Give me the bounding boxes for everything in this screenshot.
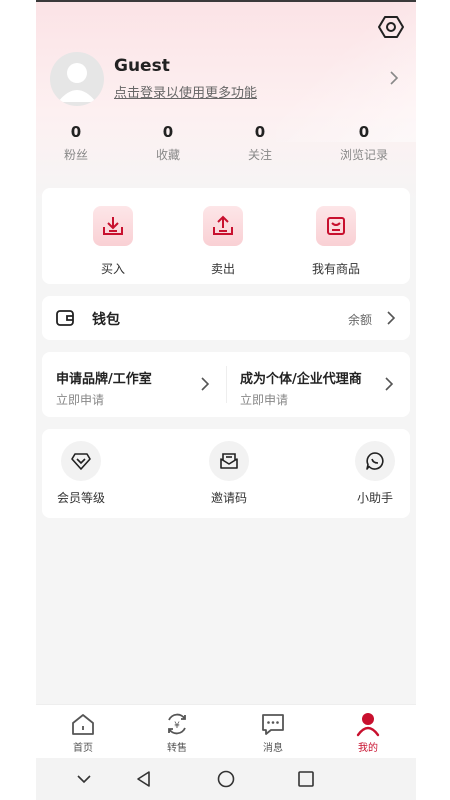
avatar[interactable] <box>50 52 104 106</box>
stat-following[interactable]: 0 关注 <box>220 122 300 163</box>
member-level-button[interactable]: 会员等级 <box>36 441 126 506</box>
invite-code-button[interactable]: 邀请码 <box>184 441 274 506</box>
wallet-icon <box>56 310 74 326</box>
diamond-icon <box>61 441 101 481</box>
trade-label: 我有商品 <box>311 262 360 276</box>
header-background <box>36 2 416 202</box>
stat-value: 0 <box>70 123 82 141</box>
stat-value: 0 <box>254 123 266 141</box>
apply-agent[interactable]: 成为个体/企业代理商 立即申请 <box>226 352 410 417</box>
chat-bubble-icon <box>355 441 395 481</box>
stat-label: 收藏 <box>155 148 180 162</box>
trade-label: 买入 <box>100 262 125 276</box>
tab-label: 转售 <box>167 743 187 754</box>
stat-label: 粉丝 <box>63 148 88 162</box>
chevron-down-icon[interactable] <box>74 769 94 789</box>
stat-history[interactable]: 0 浏览记录 <box>324 122 404 163</box>
apply-subtitle: 立即申请 <box>240 393 289 407</box>
tab-label: 消息 <box>263 743 283 754</box>
right-margin <box>416 0 450 800</box>
product-box-icon <box>316 206 356 246</box>
my-products-button[interactable]: 我有商品 <box>286 206 386 277</box>
chevron-right-icon <box>201 377 210 391</box>
stat-favorites[interactable]: 0 收藏 <box>128 122 208 163</box>
system-nav-bar <box>36 758 416 800</box>
stat-label: 浏览记录 <box>339 148 388 162</box>
username: Guest <box>114 56 170 76</box>
wallet-row[interactable]: 钱包 余额 <box>42 296 410 340</box>
bottom-tab-bar: 首页 ¥ 转售 消息 我的 <box>36 704 416 759</box>
apply-title: 申请品牌/工作室 <box>56 372 152 387</box>
tab-resale[interactable]: ¥ 转售 <box>147 711 207 754</box>
stat-value: 0 <box>358 123 370 141</box>
home-circle-icon[interactable] <box>216 769 236 789</box>
envelope-icon <box>209 441 249 481</box>
buy-button[interactable]: 买入 <box>63 206 163 277</box>
apply-brand-studio[interactable]: 申请品牌/工作室 立即申请 <box>42 352 226 417</box>
apply-card: 申请品牌/工作室 立即申请 成为个体/企业代理商 立即申请 <box>42 352 410 417</box>
tab-label: 首页 <box>73 743 93 754</box>
chevron-right-icon[interactable] <box>388 70 400 86</box>
chevron-right-icon <box>387 311 396 325</box>
tool-label: 会员等级 <box>56 491 105 505</box>
tab-label: 我的 <box>358 743 378 754</box>
trade-card: 买入 卖出 我有商品 <box>42 188 410 284</box>
yuan-cycle-icon: ¥ <box>168 713 186 735</box>
stat-fans[interactable]: 0 粉丝 <box>36 122 116 163</box>
trade-label: 卖出 <box>210 262 235 276</box>
sell-button[interactable]: 卖出 <box>173 206 273 277</box>
tab-messages[interactable]: 消息 <box>243 711 303 754</box>
tool-label: 邀请码 <box>210 491 247 505</box>
back-icon[interactable] <box>134 769 154 789</box>
svg-text:¥: ¥ <box>174 721 180 731</box>
download-tray-icon <box>93 206 133 246</box>
tools-card: 会员等级 邀请码 小助手 <box>42 429 410 518</box>
default-avatar-icon <box>58 63 96 102</box>
stats-row: 0 粉丝 0 收藏 0 关注 0 浏览记录 <box>36 122 416 166</box>
person-icon <box>356 713 380 737</box>
tab-mine[interactable]: 我的 <box>338 711 398 754</box>
upload-tray-icon <box>203 206 243 246</box>
recents-square-icon[interactable] <box>296 769 316 789</box>
tab-home[interactable]: 首页 <box>53 711 113 754</box>
chevron-right-icon <box>385 377 394 391</box>
wallet-label: 钱包 <box>92 312 120 328</box>
profile-page: Guest 点击登录以使用更多功能 0 粉丝 0 收藏 0 关注 0 浏览记录 <box>36 0 416 800</box>
home-icon <box>72 714 94 735</box>
settings-icon[interactable] <box>378 14 404 40</box>
tool-label: 小助手 <box>356 491 393 505</box>
apply-subtitle: 立即申请 <box>56 393 105 407</box>
message-icon <box>262 714 284 735</box>
assistant-button[interactable]: 小助手 <box>330 441 416 506</box>
stat-value: 0 <box>162 123 174 141</box>
left-margin <box>0 0 36 800</box>
apply-title: 成为个体/企业代理商 <box>240 372 362 387</box>
wallet-balance-label: 余额 <box>348 313 373 327</box>
stat-label: 关注 <box>247 148 272 162</box>
login-link[interactable]: 点击登录以使用更多功能 <box>114 82 257 101</box>
